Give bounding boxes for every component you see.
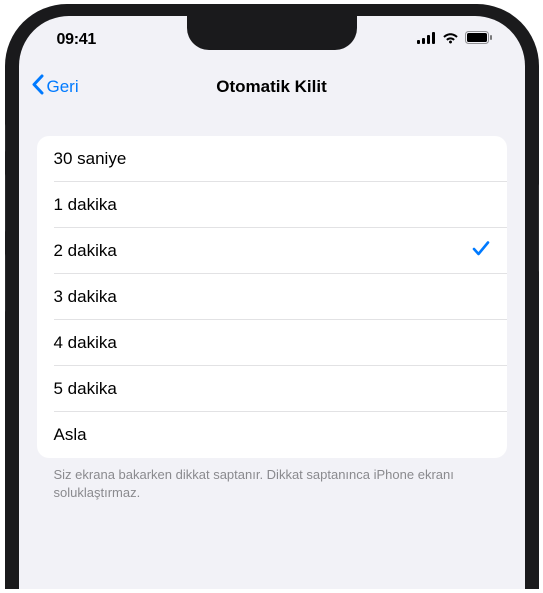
option-label: 3 dakika [54, 287, 117, 307]
auto-lock-option[interactable]: Asla [37, 412, 507, 458]
status-time: 09:41 [57, 31, 96, 49]
back-label: Geri [47, 77, 79, 97]
option-label: 5 dakika [54, 379, 117, 399]
auto-lock-option[interactable]: 3 dakika [37, 274, 507, 320]
checkmark-icon [472, 240, 490, 262]
option-label: 2 dakika [54, 241, 117, 261]
screen: 09:41 [19, 16, 525, 589]
phone-frame: 09:41 [5, 4, 539, 589]
footer-description: Siz ekrana bakarken dikkat saptanır. Dik… [37, 458, 507, 501]
auto-lock-option[interactable]: 2 dakika [37, 228, 507, 274]
notch-icon [187, 16, 357, 50]
auto-lock-option[interactable]: 4 dakika [37, 320, 507, 366]
status-indicators [417, 31, 493, 49]
battery-icon [465, 31, 493, 49]
auto-lock-option[interactable]: 30 saniye [37, 136, 507, 182]
auto-lock-option[interactable]: 1 dakika [37, 182, 507, 228]
navigation-bar: Geri Otomatik Kilit [19, 64, 525, 110]
page-title: Otomatik Kilit [19, 77, 525, 97]
wifi-icon [442, 31, 459, 49]
option-label: 4 dakika [54, 333, 117, 353]
auto-lock-options: 30 saniye 1 dakika 2 dakika 3 dakika 4 dakik… [37, 136, 507, 458]
option-label: Asla [54, 425, 87, 445]
back-button[interactable]: Geri [31, 74, 79, 100]
option-label: 30 saniye [54, 149, 127, 169]
option-label: 1 dakika [54, 195, 117, 215]
chevron-left-icon [31, 74, 44, 100]
cellular-icon [417, 31, 436, 49]
auto-lock-option[interactable]: 5 dakika [37, 366, 507, 412]
content: 30 saniye 1 dakika 2 dakika 3 dakika 4 dakik… [19, 110, 525, 501]
